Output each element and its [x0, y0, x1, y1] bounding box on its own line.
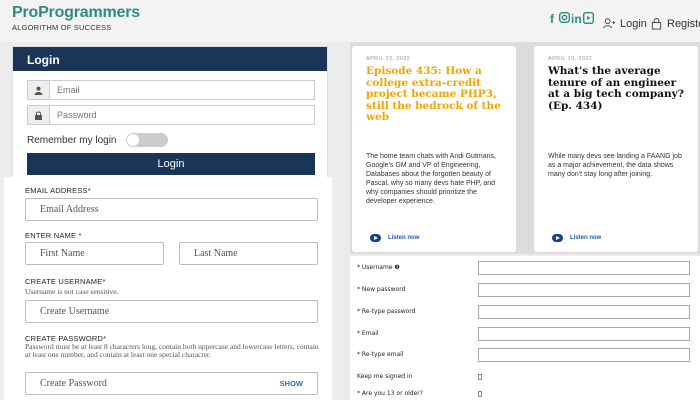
- linkedin-icon[interactable]: in: [571, 12, 582, 26]
- brand-logo[interactable]: ProProgrammers ALGORITHM OF SUCCESS: [12, 4, 140, 32]
- user-icon: [28, 81, 50, 99]
- article-card[interactable]: APRIL 19, 2022 What's the average tenure…: [534, 46, 698, 252]
- listen-now-label: Listen now: [570, 235, 602, 241]
- create-password-placeholder: Create Password: [40, 378, 107, 389]
- login-password-field[interactable]: [27, 105, 315, 125]
- article-card[interactable]: APRIL 22, 2022 Episode 435: How a colleg…: [352, 46, 516, 252]
- article-title[interactable]: What's the average tenure of an engineer…: [548, 65, 690, 112]
- listen-now-label: Listen now: [388, 235, 420, 241]
- login-button[interactable]: Login: [27, 153, 315, 175]
- password-help: Password must be at least 8 characters l…: [25, 342, 319, 359]
- article-date: APRIL 19, 2022: [548, 56, 593, 62]
- listen-now-link[interactable]: Listen now: [552, 234, 601, 242]
- brand-tagline: ALGORITHM OF SUCCESS: [12, 23, 112, 32]
- create-username-input[interactable]: Create Username: [25, 300, 318, 323]
- remember-row: Remember my login: [27, 133, 169, 147]
- retype-email-input[interactable]: [478, 348, 690, 362]
- show-password-button[interactable]: SHOW: [280, 379, 303, 388]
- login-password-input[interactable]: [50, 110, 290, 120]
- username-help: Username is not case sensitive.: [25, 287, 119, 296]
- remember-toggle[interactable]: [126, 133, 169, 147]
- enter-name-label: ENTER NAME *: [25, 231, 82, 240]
- email-address-input[interactable]: Email Address: [25, 198, 318, 221]
- signup-form: EMAIL ADDRESS* Email Address ENTER NAME …: [4, 177, 332, 400]
- article-date: APRIL 22, 2022: [366, 56, 411, 62]
- listen-now-link[interactable]: Listen now: [370, 234, 419, 242]
- nav-register-label: Register: [667, 17, 700, 30]
- nav-register[interactable]: Register: [650, 17, 700, 30]
- user-icon: [603, 18, 616, 29]
- email-input[interactable]: [478, 327, 690, 341]
- username-input[interactable]: [478, 261, 690, 275]
- last-name-input[interactable]: Last Name: [179, 242, 318, 265]
- article-description: While many devs see landing a FAANG job …: [548, 153, 682, 178]
- register-form: * Username ❷ * New password * Re-type pa…: [350, 256, 700, 400]
- remember-label: Remember my login: [27, 134, 117, 146]
- login-email-field[interactable]: [27, 80, 315, 100]
- retype-email-label: * Re-type email: [357, 351, 404, 358]
- lock-icon: [28, 106, 50, 124]
- retype-password-label: * Re-type password: [357, 308, 416, 315]
- play-icon: [552, 234, 563, 242]
- username-label: * Username ❷: [357, 264, 400, 271]
- create-username-label: CREATE USERNAME*: [25, 277, 106, 286]
- keep-signed-in-checkbox[interactable]: [478, 374, 482, 380]
- instagram-icon[interactable]: [558, 11, 571, 26]
- article-cards: APRIL 22, 2022 Episode 435: How a colleg…: [350, 42, 700, 254]
- login-card: Login Remember my login Login: [12, 46, 328, 180]
- site-header: ProProgrammers ALGORITHM OF SUCCESS f in…: [0, 0, 700, 42]
- nav-login[interactable]: Login: [603, 17, 647, 30]
- youtube-icon[interactable]: [582, 11, 595, 26]
- new-password-label: * New password: [357, 286, 406, 293]
- first-name-input[interactable]: First Name: [25, 242, 164, 265]
- retype-password-input[interactable]: [478, 305, 690, 319]
- article-description: The home team chats with Andi Gutmans, G…: [366, 153, 496, 205]
- nav-login-label: Login: [620, 17, 647, 30]
- article-title[interactable]: Episode 435: How a college extra-credit …: [366, 65, 508, 124]
- age-checkbox[interactable]: [478, 391, 482, 397]
- create-password-input[interactable]: Create Password SHOW: [25, 372, 318, 395]
- login-title: Login: [13, 47, 327, 71]
- email-address-label: EMAIL ADDRESS*: [25, 186, 91, 195]
- brand-name: ProProgrammers: [12, 4, 140, 21]
- email-label: * Email: [357, 330, 379, 337]
- lock-icon: [651, 18, 662, 30]
- new-password-input[interactable]: [478, 283, 690, 297]
- facebook-icon[interactable]: f: [547, 12, 557, 26]
- keep-signed-in-label: Keep me signed in: [357, 373, 413, 380]
- age-question-label: * Are you 13 or older?: [357, 390, 423, 397]
- login-email-input[interactable]: [50, 85, 290, 95]
- play-icon: [370, 234, 381, 242]
- social-links: f in: [547, 11, 595, 26]
